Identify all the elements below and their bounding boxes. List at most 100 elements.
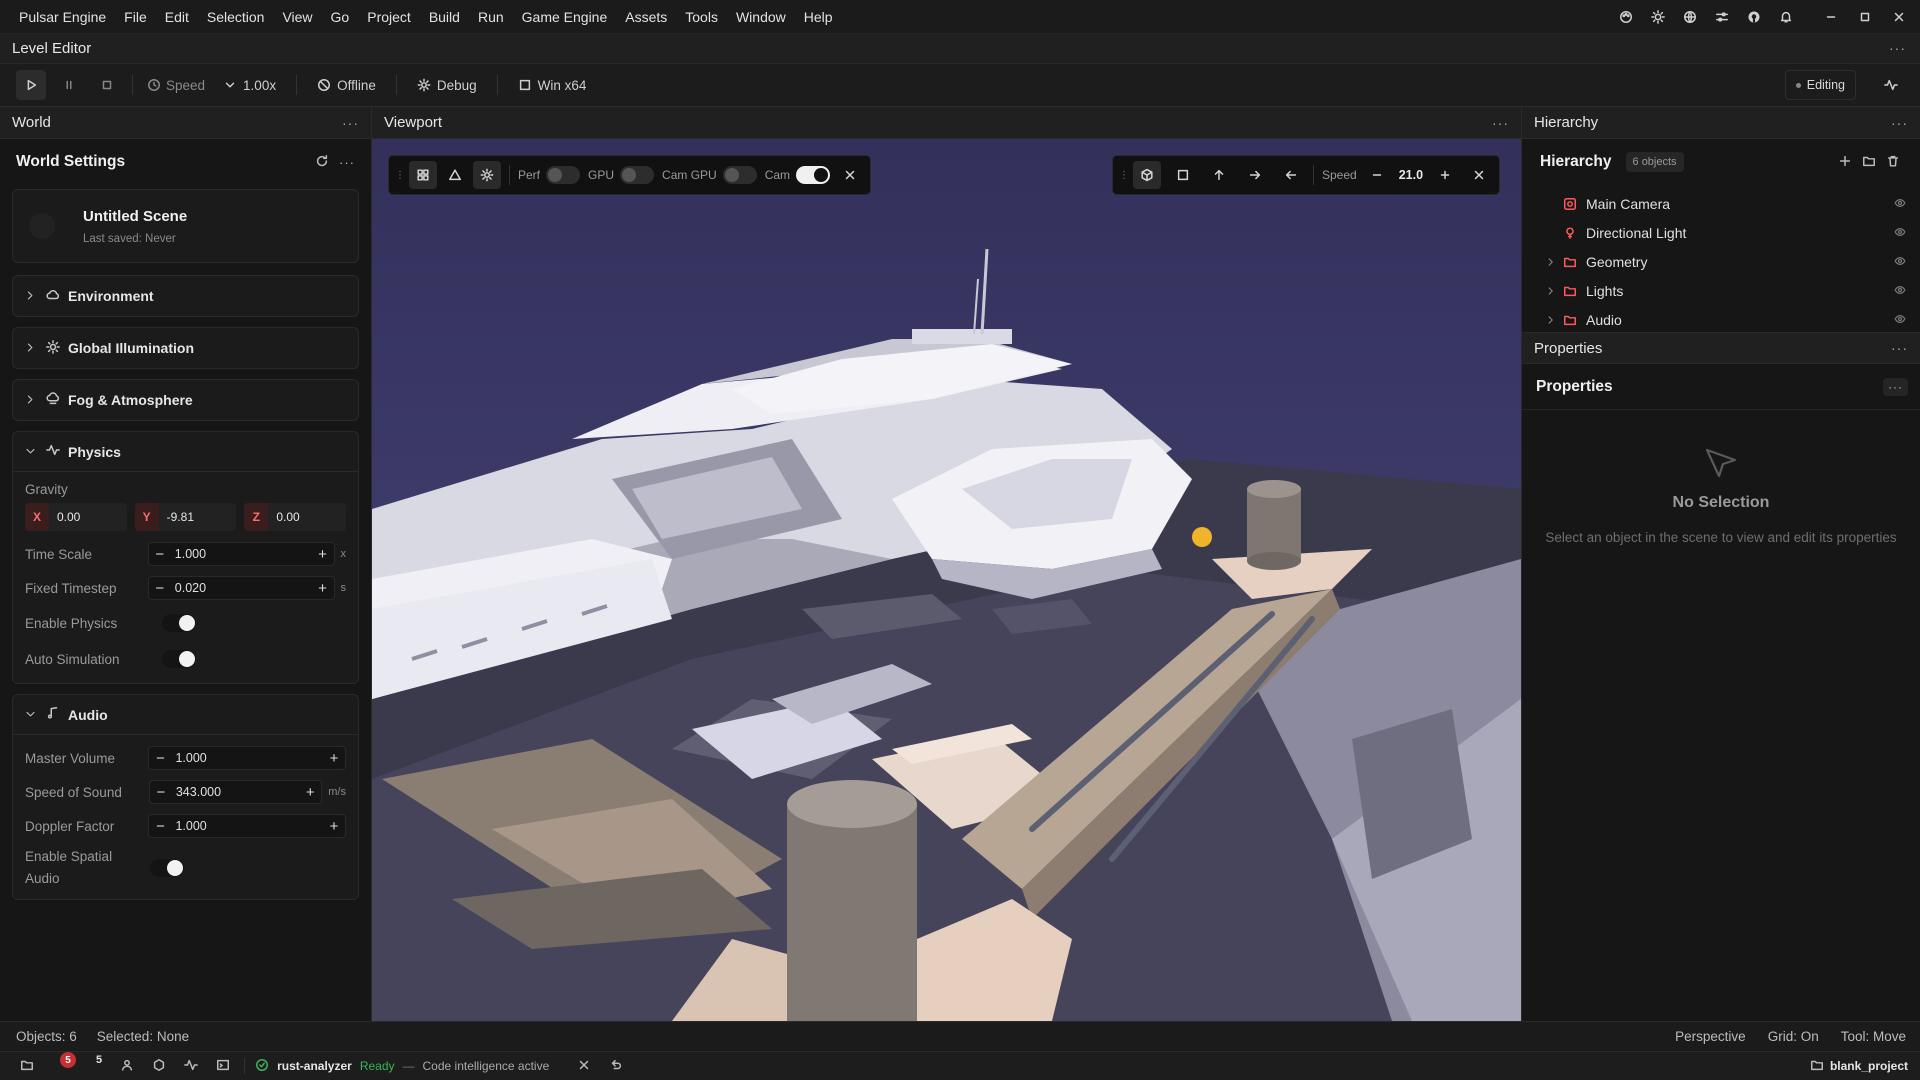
more-icon[interactable]: ···: [339, 155, 355, 170]
plus-icon[interactable]: +: [323, 750, 345, 767]
speed-increase-button[interactable]: [1431, 161, 1459, 189]
terminal-icon[interactable]: [216, 1058, 230, 1075]
cube-icon[interactable]: [1133, 161, 1161, 189]
audio-section-header[interactable]: Audio: [13, 695, 358, 735]
auto-simulation-toggle[interactable]: [162, 650, 196, 668]
play-button[interactable]: [16, 70, 46, 100]
status-grid[interactable]: Grid: On: [1768, 1029, 1819, 1044]
user-icon[interactable]: [120, 1058, 134, 1075]
add-icon[interactable]: [1838, 154, 1852, 171]
plus-icon[interactable]: +: [323, 818, 345, 835]
close-icon[interactable]: [1882, 0, 1916, 34]
menu-run[interactable]: Run: [469, 0, 513, 34]
pause-button[interactable]: [54, 70, 84, 100]
platform-button[interactable]: Win x64: [506, 70, 599, 100]
maximize-icon[interactable]: [1848, 0, 1882, 34]
menu-help[interactable]: Help: [795, 0, 842, 34]
menu-project[interactable]: Project: [358, 0, 420, 34]
palette-icon[interactable]: [1610, 0, 1642, 34]
speed-of-sound-stepper[interactable]: − 343.000 +: [148, 780, 323, 804]
chevron-right-icon[interactable]: [1546, 283, 1562, 299]
environment-section[interactable]: Environment: [12, 275, 359, 317]
undo-icon[interactable]: [609, 1058, 623, 1075]
status-projection[interactable]: Perspective: [1675, 1029, 1746, 1044]
master-volume-stepper[interactable]: − 1.000 +: [148, 746, 346, 770]
menu-tools[interactable]: Tools: [676, 0, 727, 34]
gravity-z-field[interactable]: Z 0.00: [244, 503, 347, 531]
plus-icon[interactable]: +: [299, 784, 321, 801]
spatial-audio-toggle[interactable]: [150, 859, 184, 877]
sun-icon[interactable]: [473, 161, 501, 189]
physics-section-header[interactable]: Physics: [13, 432, 358, 472]
close-overlay-icon[interactable]: [1465, 161, 1493, 189]
time-scale-stepper[interactable]: − 1.000 +: [147, 542, 335, 566]
more-icon[interactable]: ···: [1891, 340, 1908, 356]
error-count-badge[interactable]: 5: [60, 1052, 76, 1068]
menu-go[interactable]: Go: [322, 0, 359, 34]
triangle-icon[interactable]: [441, 161, 469, 189]
speed-decrease-button[interactable]: [1363, 161, 1391, 189]
arrow-right-icon[interactable]: [1241, 161, 1269, 189]
menu-build[interactable]: Build: [420, 0, 469, 34]
plus-icon[interactable]: +: [312, 546, 334, 563]
scene-view[interactable]: ⋮ Perf GPU Cam GPU Cam ⋮ Speed 21.0: [372, 139, 1521, 1021]
menu-file[interactable]: File: [115, 0, 156, 34]
speed-dropdown[interactable]: 1.00x: [211, 70, 288, 100]
activity-icon[interactable]: [184, 1058, 198, 1075]
warning-count-badge[interactable]: 5: [96, 1054, 102, 1066]
hierarchy-item[interactable]: Geometry: [1522, 247, 1920, 276]
eye-icon[interactable]: [1894, 196, 1906, 212]
menu-game-engine[interactable]: Game Engine: [513, 0, 617, 34]
square-icon[interactable]: [1169, 161, 1197, 189]
arrow-left-icon[interactable]: [1277, 161, 1305, 189]
globe-icon[interactable]: [1674, 0, 1706, 34]
minus-icon[interactable]: −: [150, 784, 172, 801]
hierarchy-item[interactable]: Directional Light: [1522, 218, 1920, 247]
editing-mode-badge[interactable]: Editing: [1784, 70, 1856, 100]
gravity-y-field[interactable]: Y -9.81: [134, 503, 237, 531]
eye-icon[interactable]: [1894, 225, 1906, 241]
bell-icon[interactable]: [1770, 0, 1802, 34]
minus-icon[interactable]: −: [149, 818, 171, 835]
hierarchy-item[interactable]: Audio: [1522, 305, 1920, 332]
doppler-stepper[interactable]: − 1.000 +: [148, 814, 346, 838]
gpu-toggle[interactable]: [620, 166, 655, 184]
offline-button[interactable]: Offline: [305, 70, 388, 100]
folder-icon[interactable]: [20, 1058, 34, 1075]
gi-section[interactable]: Global Illumination: [12, 327, 359, 369]
more-icon[interactable]: ···: [1891, 115, 1908, 131]
perf-toggle[interactable]: [546, 166, 581, 184]
enable-physics-toggle[interactable]: [162, 614, 196, 632]
hierarchy-item[interactable]: Lights: [1522, 276, 1920, 305]
refresh-icon[interactable]: [315, 154, 329, 171]
environment-section-header[interactable]: Environment: [13, 276, 358, 316]
speed-control[interactable]: Speed: [141, 70, 211, 100]
chevron-right-icon[interactable]: [1546, 312, 1562, 328]
more-icon[interactable]: ···: [1492, 115, 1509, 131]
app-name-menu[interactable]: Pulsar Engine: [0, 0, 115, 34]
project-indicator[interactable]: blank_project: [1810, 1058, 1908, 1075]
cam-toggle[interactable]: [796, 166, 831, 184]
github-icon[interactable]: [1738, 0, 1770, 34]
fixed-timestep-stepper[interactable]: − 0.020 +: [147, 576, 335, 600]
plus-icon[interactable]: +: [312, 580, 334, 597]
minus-icon[interactable]: −: [149, 750, 171, 767]
menu-edit[interactable]: Edit: [156, 0, 198, 34]
arrow-up-icon[interactable]: [1205, 161, 1233, 189]
extension-icon[interactable]: [152, 1058, 166, 1075]
minus-icon[interactable]: −: [149, 546, 171, 563]
eye-icon[interactable]: [1894, 283, 1906, 299]
stop-button[interactable]: [92, 70, 122, 100]
lsp-name[interactable]: rust-analyzer: [277, 1059, 352, 1073]
trash-icon[interactable]: [1886, 154, 1900, 171]
minus-icon[interactable]: −: [149, 580, 171, 597]
hierarchy-item[interactable]: Main Camera: [1522, 189, 1920, 218]
close-icon[interactable]: [577, 1058, 591, 1075]
close-overlay-icon[interactable]: [836, 161, 864, 189]
gravity-x-field[interactable]: X 0.00: [25, 503, 127, 531]
drag-handle-icon[interactable]: ⋮: [395, 170, 405, 181]
drag-handle-icon[interactable]: ⋮: [1119, 170, 1129, 181]
new-folder-icon[interactable]: [1862, 154, 1876, 171]
debug-button[interactable]: Debug: [405, 70, 489, 100]
fog-section[interactable]: Fog & Atmosphere: [12, 379, 359, 421]
